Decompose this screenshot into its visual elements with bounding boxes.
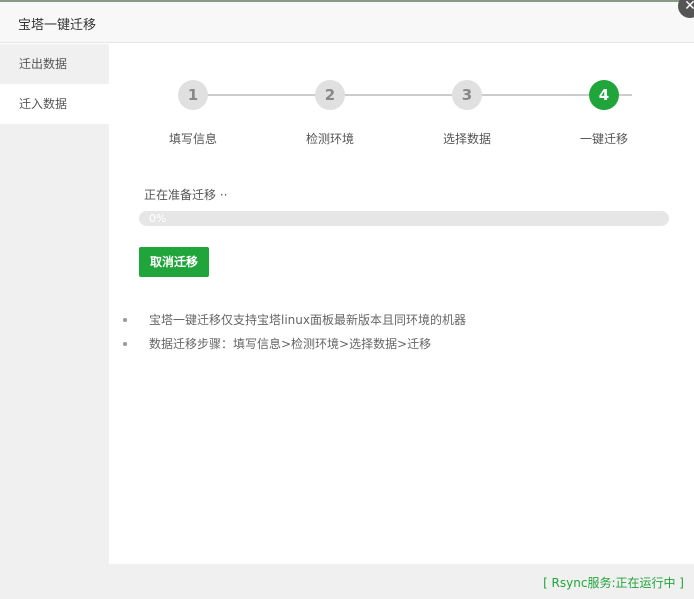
step-2-circle: 2: [315, 80, 345, 110]
step-connector-line: [192, 94, 632, 96]
step-4-label: 一键迁移: [579, 132, 628, 146]
note-text: 数据迁移步骤：填写信息>检测环境>选择数据>迁移: [149, 337, 432, 351]
cancel-migration-button[interactable]: 取消迁移: [139, 247, 210, 277]
migration-progress-bar: 0%: [139, 211, 669, 226]
main-content: 1 2 3 4 填写信息 检测环境 选择数据 一键迁移 正在准备迁移 ·· 0%…: [109, 44, 694, 564]
step-3-circle: 3: [452, 80, 482, 110]
step-4-circle: 4: [589, 80, 619, 110]
list-item: 宝塔一键迁移仅支持宝塔linux面板最新版本且同环境的机器: [123, 312, 466, 336]
step-1-circle: 1: [178, 80, 208, 110]
window-title: 宝塔一键迁移: [18, 18, 97, 33]
bullet-icon: [123, 318, 127, 322]
note-text: 宝塔一键迁移仅支持宝塔linux面板最新版本且同环境的机器: [149, 313, 466, 327]
migration-status-text: 正在准备迁移 ··: [144, 188, 228, 202]
sidebar-item-import[interactable]: 迁入数据: [0, 84, 109, 124]
step-3-label: 选择数据: [442, 132, 491, 146]
sidebar-item-export[interactable]: 迁出数据: [0, 44, 109, 84]
bullet-icon: [123, 342, 127, 346]
list-item: 数据迁移步骤：填写信息>检测环境>选择数据>迁移: [123, 336, 466, 360]
sidebar-item-label: 迁入数据: [19, 97, 68, 111]
sidebar: 迁出数据 迁入数据: [0, 44, 109, 564]
sidebar-item-label: 迁出数据: [19, 57, 68, 71]
step-2-label: 检测环境: [305, 132, 354, 146]
rsync-status: [ Rsync服务:正在运行中 ]: [543, 576, 684, 590]
notes-list: 宝塔一键迁移仅支持宝塔linux面板最新版本且同环境的机器 数据迁移步骤：填写信…: [123, 312, 466, 360]
step-1-label: 填写信息: [168, 132, 217, 146]
window-titlebar: 宝塔一键迁移: [0, 2, 694, 43]
step-indicator: 1 2 3 4 填写信息 检测环境 选择数据 一键迁移: [109, 44, 694, 164]
progress-percent-label: 0%: [149, 212, 167, 225]
footer-bar: [ Rsync服务:正在运行中 ]: [0, 564, 694, 599]
